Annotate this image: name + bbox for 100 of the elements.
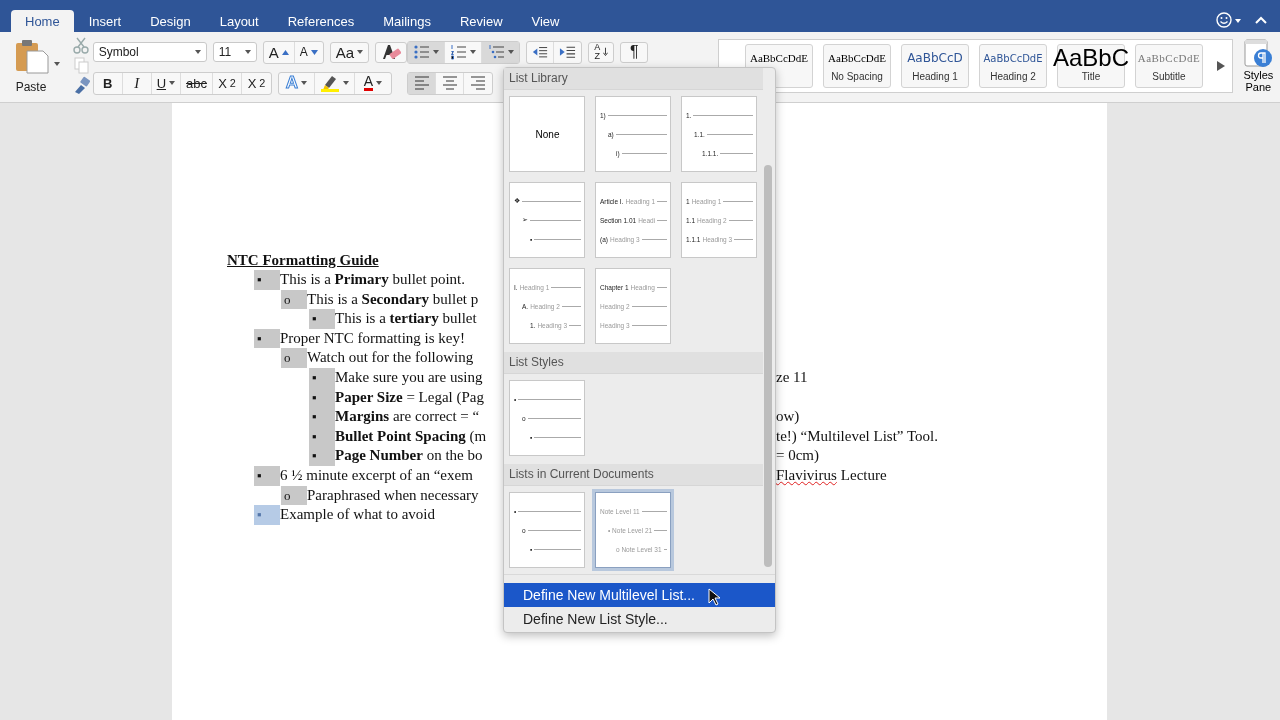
ribbon-tab[interactable]: Insert — [74, 10, 136, 32]
style-preview[interactable]: AaBbCcDdE Subtitle — [1135, 44, 1203, 88]
caret-icon — [244, 50, 251, 54]
list-bullet: ▪ — [254, 465, 280, 486]
italic-button[interactable]: I — [122, 72, 152, 94]
bold-button[interactable]: B — [93, 72, 123, 94]
ribbon-tab[interactable]: Home — [11, 10, 74, 32]
numbering-icon — [450, 44, 468, 60]
right-arrow-icon[interactable] — [1217, 61, 1225, 71]
list-item-text: Margins are correct = “ — [335, 407, 480, 427]
caret-icon — [376, 81, 383, 85]
list-item-text: This is a Secondary bullet p — [307, 289, 479, 309]
list-bullet: ▪ — [254, 270, 280, 290]
change-case-button[interactable]: Aa — [329, 41, 370, 63]
list-item-text: Page Number on the bo — [335, 446, 483, 466]
ribbon-tab[interactable]: Layout — [205, 10, 273, 32]
list-style-thumbnail[interactable]: None — [509, 96, 585, 172]
list-item-text: 6 ½ minute excerpt of an “exem — [280, 465, 473, 485]
align-left-icon — [413, 75, 430, 91]
list-item-text: Lecture — [840, 465, 887, 485]
list-item-text: Paper Size = Legal (Pag — [335, 387, 484, 407]
shrink-font-button[interactable]: A — [294, 41, 323, 63]
caret-icon — [54, 62, 60, 66]
list-item-text: te!) “Multilevel List” Tool. — [776, 426, 938, 446]
list-item-text: Proper NTC formatting is key! — [280, 328, 465, 348]
list-bullet: ▪ — [254, 328, 280, 349]
list-item-text: Watch out for the following — [307, 348, 474, 368]
list-bullet: ▪ — [309, 446, 335, 466]
ribbon-tab[interactable]: Mailings — [369, 10, 445, 32]
style-preview[interactable]: AaBbCcDdE No Spacing — [823, 44, 891, 88]
multilevel-button[interactable] — [482, 41, 520, 63]
ribbon-tab[interactable]: Review — [445, 10, 517, 32]
list-bullet: ▪ — [309, 407, 335, 427]
outdent-icon — [532, 45, 549, 59]
font-color-button[interactable]: A — [355, 72, 391, 94]
font-size-field[interactable]: 11 — [212, 42, 257, 62]
smiley-icon[interactable] — [1216, 12, 1242, 28]
list-bullet: o — [281, 348, 307, 368]
brush-icon[interactable] — [72, 76, 90, 94]
list-item-text: Bullet Point Spacing (m — [335, 426, 487, 446]
eraser-icon — [381, 43, 402, 61]
font-name-field[interactable]: Symbol — [92, 42, 207, 62]
align-left-button[interactable] — [408, 72, 437, 94]
up-triangle-icon — [281, 49, 289, 55]
caret-icon — [470, 50, 477, 54]
down-triangle-icon — [310, 49, 318, 55]
cursor-icon — [708, 588, 720, 606]
sort-button[interactable]: A Z — [588, 41, 615, 63]
list-item-text: ze 11 — [776, 367, 808, 387]
list-bullet: ▪ — [309, 387, 335, 408]
section-header: List Styles — [504, 352, 763, 374]
list-bullet: ▪ — [254, 505, 280, 525]
list-item-text: This is a tertiary bullet — [335, 309, 477, 329]
list-item-text: This is a Primary bullet point. — [280, 270, 465, 289]
list-item-text: Flavivirus — [776, 465, 837, 485]
strikethrough-button[interactable]: abc — [181, 72, 213, 94]
list-item-text: Example of what to avoid — [280, 505, 435, 525]
grow-font-button[interactable]: A — [263, 41, 295, 63]
styles-pane-icon — [1243, 39, 1274, 69]
caret-icon — [507, 50, 514, 54]
caret-icon — [301, 81, 308, 85]
menu-item[interactable]: Define New Multilevel List... — [504, 583, 775, 607]
caret-icon — [433, 50, 440, 54]
ribbon-tab[interactable]: View — [517, 10, 574, 32]
caret-icon — [194, 50, 201, 54]
down-arrow-icon — [603, 46, 609, 58]
multilevel-list-icon — [487, 44, 505, 60]
document-heading: NTC Formatting Guide — [227, 251, 379, 270]
list-bullet: o — [281, 485, 307, 506]
section-header: List Library — [504, 68, 763, 90]
highlighter-icon — [320, 74, 340, 92]
list-item-text: ow) — [776, 407, 800, 427]
align-center-icon — [441, 75, 458, 91]
bullets-button[interactable] — [408, 41, 446, 63]
align-right-icon — [470, 75, 487, 91]
caret-icon — [357, 50, 364, 54]
caret-icon — [169, 81, 176, 85]
list-bullet: ▪ — [309, 367, 335, 388]
scrollbar-thumb[interactable] — [764, 165, 772, 567]
ribbon-tab[interactable]: Design — [136, 10, 205, 32]
list-bullet: o — [281, 289, 307, 310]
list-bullet: ▪ — [309, 309, 335, 329]
caret-icon — [343, 81, 349, 85]
ribbon-tab[interactable]: References — [273, 10, 369, 32]
style-preview[interactable]: AaBbCcD Heading 1 — [901, 44, 969, 88]
style-preview[interactable]: AaBbCcDdE Heading 2 — [979, 44, 1047, 88]
menu-item[interactable]: Define New List Style... — [504, 607, 775, 631]
show-formatting-button[interactable]: ¶ — [620, 41, 649, 63]
list-item-text: Make sure you are using — [335, 367, 483, 387]
list-item-text: = 0cm) — [776, 446, 820, 466]
section-header: Lists in Current Documents — [504, 464, 763, 486]
clipboard-icon — [13, 38, 49, 74]
list-item-text: Paraphrased when necessary — [307, 485, 479, 505]
underline-button[interactable]: U — [151, 72, 182, 94]
clear-formatting-button[interactable] — [375, 41, 408, 63]
indent-icon — [559, 45, 577, 59]
styles-pane-button[interactable]: Styles Pane — [1236, 39, 1280, 93]
paste-button[interactable]: Paste — [10, 38, 52, 94]
collapse-icon[interactable] — [1254, 15, 1268, 25]
list-bullet: ▪ — [309, 426, 335, 447]
